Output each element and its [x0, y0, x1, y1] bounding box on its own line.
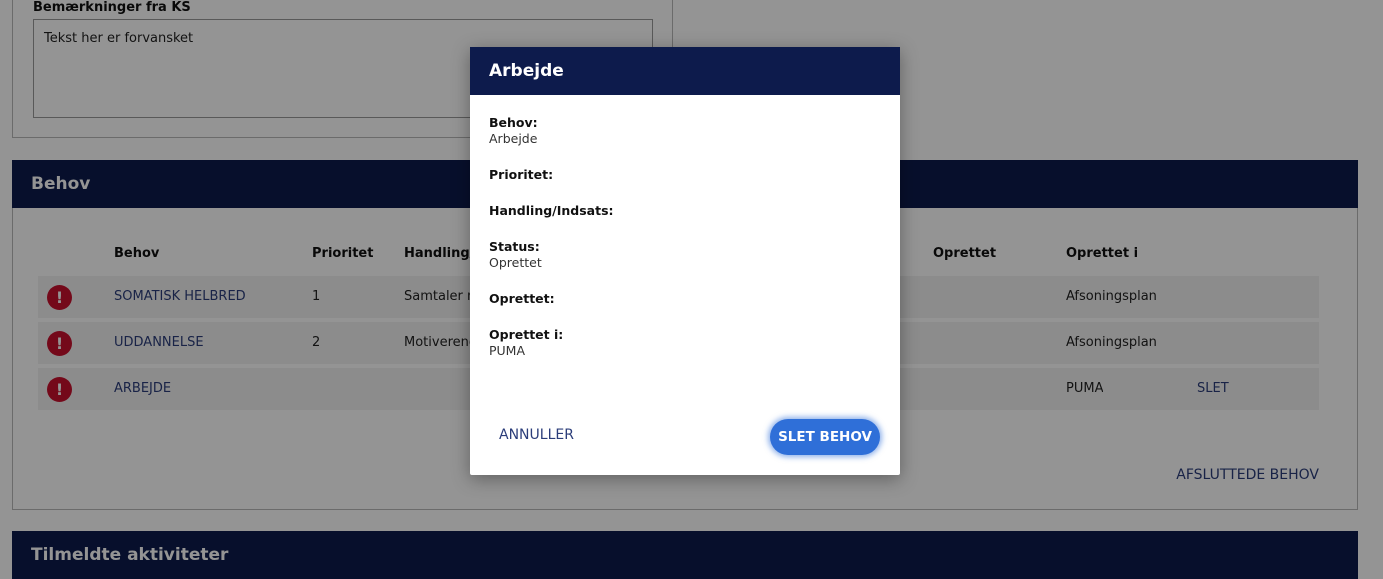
field-oprettet-i: Oprettet i: PUMA — [489, 327, 563, 359]
field-label: Status: — [489, 239, 540, 254]
field-value: Arbejde — [489, 131, 538, 146]
delete-behov-dialog: Arbejde Behov: Arbejde Prioritet: Handli… — [470, 47, 900, 475]
field-oprettet: Oprettet: — [489, 291, 555, 307]
delete-behov-button[interactable]: SLET BEHOV — [770, 419, 880, 455]
field-label: Behov: — [489, 115, 538, 130]
field-label: Oprettet: — [489, 291, 555, 306]
field-prioritet: Prioritet: — [489, 167, 553, 183]
field-label: Handling/Indsats: — [489, 203, 614, 218]
field-value: Oprettet — [489, 255, 542, 270]
field-value: PUMA — [489, 343, 526, 358]
field-handling: Handling/Indsats: — [489, 203, 614, 219]
field-label: Oprettet i: — [489, 327, 564, 342]
dialog-title: Arbejde — [470, 47, 900, 95]
field-status: Status: Oprettet — [489, 239, 542, 271]
field-behov: Behov: Arbejde — [489, 115, 538, 147]
cancel-button[interactable]: ANNULLER — [489, 419, 584, 451]
field-label: Prioritet: — [489, 167, 554, 182]
